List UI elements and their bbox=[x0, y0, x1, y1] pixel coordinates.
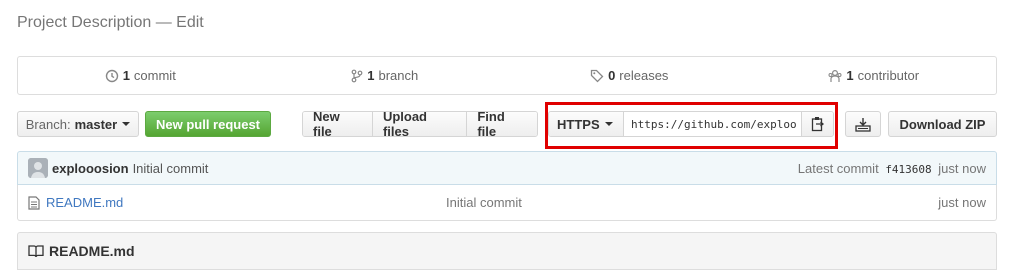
releases-count: 0 bbox=[608, 68, 616, 83]
avatar[interactable] bbox=[28, 158, 48, 178]
branch-name: master bbox=[74, 116, 118, 132]
readme-title: README.md bbox=[49, 243, 135, 259]
clone-url-input[interactable]: https://github.com/exploo bbox=[624, 112, 801, 136]
releases-label: releases bbox=[619, 68, 669, 83]
new-file-button[interactable]: New file bbox=[303, 112, 372, 136]
contributors-link[interactable]: 1 contributor bbox=[752, 68, 997, 83]
clone-url-group: HTTPS https://github.com/exploo bbox=[548, 111, 834, 137]
chevron-down-icon bbox=[604, 122, 613, 126]
file-actions-group: New file Upload files Find file bbox=[302, 111, 538, 137]
file-age: just now bbox=[938, 195, 986, 210]
tag-icon bbox=[590, 69, 604, 82]
organization-icon bbox=[828, 69, 842, 82]
latest-commit-info: Latest commit f413608 just now bbox=[798, 161, 986, 176]
user-avatar-icon bbox=[28, 158, 48, 178]
branches-count: 1 bbox=[367, 68, 375, 83]
commits-link[interactable]: 1 commit bbox=[18, 68, 263, 83]
latest-commit-prefix: Latest commit bbox=[797, 160, 879, 176]
history-icon bbox=[105, 69, 118, 82]
clipboard-icon bbox=[811, 117, 824, 132]
download-zip-button[interactable]: Download ZIP bbox=[888, 111, 997, 137]
commits-count: 1 bbox=[122, 68, 130, 83]
commit-author[interactable]: explooosion bbox=[52, 161, 129, 176]
releases-link[interactable]: 0 releases bbox=[507, 68, 752, 83]
chevron-down-icon bbox=[122, 122, 131, 126]
latest-commit-bar: explooosion Initial commit Latest commit… bbox=[17, 151, 997, 185]
readme-header: README.md bbox=[17, 232, 997, 270]
project-description: Project Description — Edit bbox=[17, 14, 204, 31]
commit-message[interactable]: Initial commit bbox=[133, 161, 209, 176]
branch-prefix: Branch: bbox=[25, 116, 71, 132]
copy-url-button[interactable] bbox=[801, 112, 833, 136]
file-name-link[interactable]: README.md bbox=[46, 195, 446, 210]
protocol-label: HTTPS bbox=[557, 116, 600, 132]
branch-selector[interactable]: Branch: master bbox=[17, 111, 139, 137]
new-pull-request-button[interactable]: New pull request bbox=[145, 111, 271, 137]
desktop-download-icon bbox=[855, 117, 871, 132]
file-commit-message[interactable]: Initial commit bbox=[446, 195, 522, 210]
branches-label: branch bbox=[378, 68, 419, 83]
file-icon bbox=[28, 195, 40, 210]
branches-link[interactable]: 1 branch bbox=[263, 68, 508, 83]
commit-sha[interactable]: f413608 bbox=[885, 163, 931, 176]
branch-icon bbox=[351, 69, 363, 82]
upload-files-button[interactable]: Upload files bbox=[371, 112, 467, 136]
contributors-count: 1 bbox=[846, 68, 854, 83]
open-desktop-button[interactable] bbox=[845, 111, 881, 137]
book-icon bbox=[28, 245, 44, 258]
commit-age: just now bbox=[938, 160, 986, 176]
table-row: README.md Initial commit just now bbox=[17, 185, 997, 221]
protocol-selector[interactable]: HTTPS bbox=[549, 112, 624, 136]
repo-summary: 1 commit 1 branch 0 releases 1 contribut… bbox=[17, 56, 997, 95]
find-file-button[interactable]: Find file bbox=[466, 112, 537, 136]
commits-label: commit bbox=[133, 68, 176, 83]
contributors-label: contributor bbox=[857, 68, 920, 83]
